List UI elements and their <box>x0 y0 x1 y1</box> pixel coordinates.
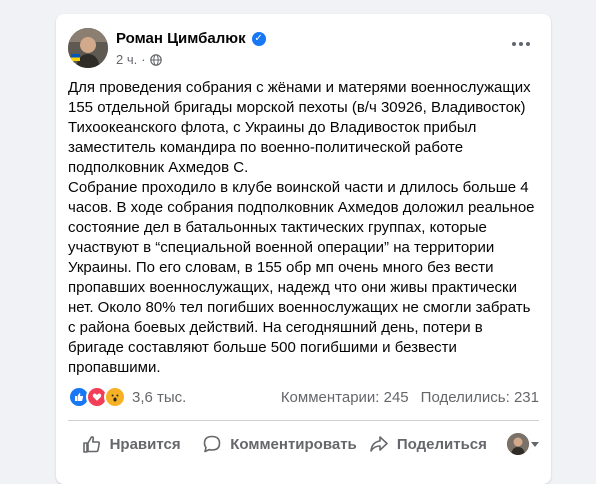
post-header: Роман Цимбалюк ✓ 2 ч. · <box>68 26 539 70</box>
avatar-photo <box>68 28 108 68</box>
share-button-label: Поделиться <box>396 435 487 453</box>
post-body: Для проведения собрания с жёнами и матер… <box>68 78 538 378</box>
thumbs-up-icon <box>82 436 100 453</box>
comment-button[interactable]: Комментировать <box>202 426 357 462</box>
like-button[interactable]: Нравится <box>60 426 202 462</box>
shares-count-link[interactable]: Поделились: 231 <box>421 389 539 406</box>
post-paragraph: Для проведения собрания с жёнами и матер… <box>68 79 531 176</box>
globe-icon[interactable] <box>149 53 162 66</box>
author-avatar[interactable] <box>68 28 108 68</box>
post-time[interactable]: 2 ч. <box>116 52 137 67</box>
post-card: Роман Цимбалюк ✓ 2 ч. · Для проведения с… <box>56 14 551 484</box>
reaction-icons[interactable] <box>68 386 126 408</box>
share-arrow-icon <box>370 436 388 452</box>
wow-icon <box>104 386 126 408</box>
action-bar: Нравится Комментировать Поделиться <box>60 424 547 464</box>
user-avatar <box>507 433 530 455</box>
verified-badge-icon: ✓ <box>251 31 266 46</box>
comment-button-label: Комментировать <box>230 435 357 453</box>
reaction-bar: 3,6 тыс. Комментарии: 245 Поделились: 23… <box>68 384 539 410</box>
share-button[interactable]: Поделиться <box>357 426 499 462</box>
post-as-selector[interactable] <box>499 433 547 455</box>
post-paragraph: Собрание проходило в клубе воинской част… <box>68 179 535 376</box>
meta-separator: · <box>141 52 146 67</box>
reaction-count[interactable]: 3,6 тыс. <box>132 389 186 406</box>
divider <box>68 420 539 421</box>
chevron-down-icon <box>531 441 540 447</box>
comments-count-link[interactable]: Комментарии: 245 <box>281 389 409 406</box>
like-button-label: Нравится <box>109 435 181 453</box>
more-dots-icon[interactable] <box>507 34 535 54</box>
comment-bubble-icon <box>203 435 221 453</box>
author-name[interactable]: Роман Цимбалюк <box>116 30 246 47</box>
